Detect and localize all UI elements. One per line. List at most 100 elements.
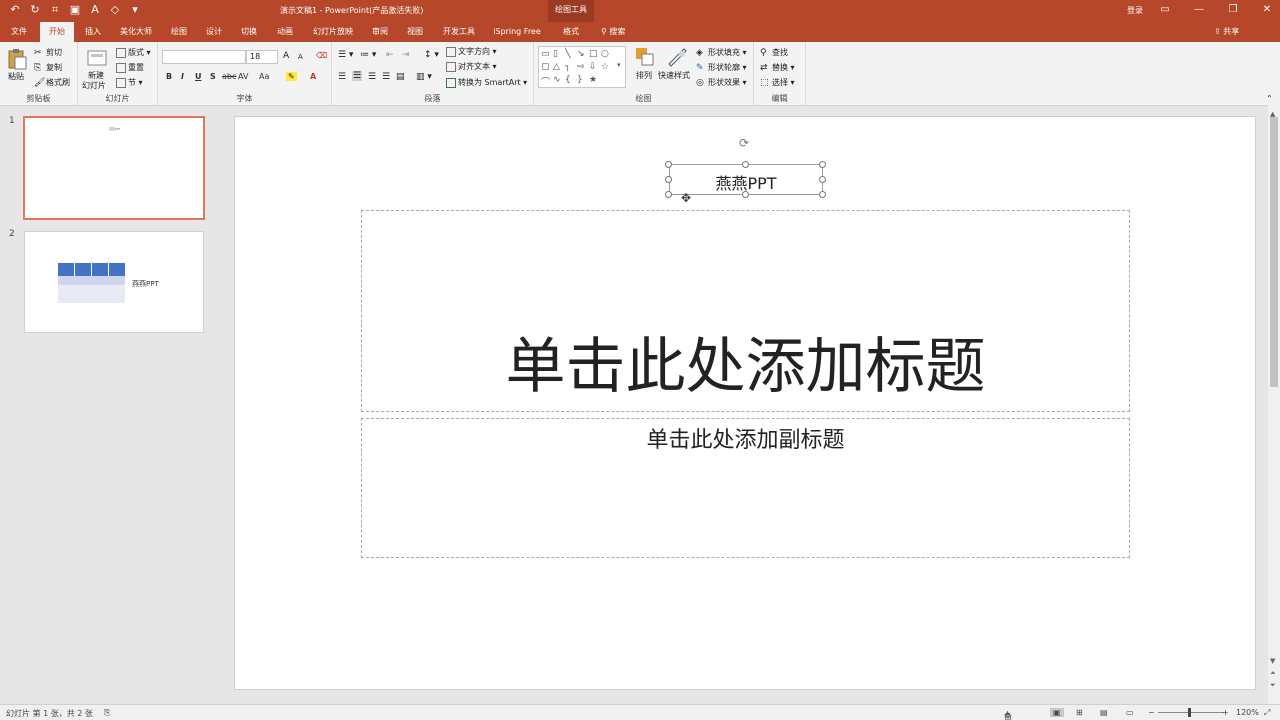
shape-outline-button[interactable]: ✎ 形状轮廓 ▾ <box>696 62 747 73</box>
repeat-icon[interactable]: ⌗ <box>48 3 62 17</box>
smartart-button[interactable]: 转换为 SmartArt ▾ <box>446 77 527 88</box>
tab-animations[interactable]: 动画 <box>270 22 300 42</box>
align-right-icon[interactable]: ☰ <box>368 72 376 82</box>
tab-slideshow[interactable]: 幻灯片放映 <box>307 22 359 42</box>
strikethrough-button[interactable]: abc <box>222 72 236 81</box>
paste-icon[interactable] <box>6 48 28 70</box>
close-icon[interactable]: ✕ <box>1260 2 1274 18</box>
tab-beautify[interactable]: 美化大师 <box>114 22 158 42</box>
customize-qat-icon[interactable]: ▾ <box>128 3 142 17</box>
spellcheck-icon[interactable]: ⎘ <box>104 708 110 718</box>
shape-effects-button[interactable]: ◎ 形状效果 ▾ <box>696 77 747 88</box>
tab-draw[interactable]: 绘图 <box>164 22 194 42</box>
find-button[interactable]: ⚲ 查找 <box>760 47 788 58</box>
resize-handle[interactable] <box>819 191 826 198</box>
new-slide-icon[interactable] <box>86 47 108 69</box>
prev-slide-icon[interactable]: ⏶ <box>1270 669 1276 678</box>
tab-developer[interactable]: 开发工具 <box>437 22 481 42</box>
star-shape-icon[interactable]: ☆ <box>601 62 609 72</box>
highlight-icon[interactable]: ✎ <box>286 72 297 81</box>
cut-button[interactable]: ✂ 剪切 <box>34 47 62 58</box>
right-arrow-shape-icon[interactable]: ⇨ <box>577 62 585 72</box>
select-button[interactable]: ⬚ 选择 ▾ <box>760 77 795 88</box>
brace-left-shape-icon[interactable]: { <box>565 75 571 85</box>
bullets-icon[interactable]: ☰ ▾ <box>338 50 353 60</box>
replace-button[interactable]: ⇄ 替换 ▾ <box>760 62 795 73</box>
shape-icon[interactable]: ◇ <box>108 3 122 17</box>
arrange-icon[interactable] <box>634 46 656 68</box>
line-spacing-icon[interactable]: ↕ ▾ <box>424 50 439 60</box>
resize-handle[interactable] <box>819 176 826 183</box>
oval-shape-icon[interactable]: ○ <box>601 49 609 59</box>
slideshow-view-icon[interactable]: ▭ <box>1126 708 1134 717</box>
paste-button[interactable]: 粘贴 <box>8 71 24 82</box>
quick-styles-button[interactable]: 快速样式 <box>658 70 690 81</box>
tab-view[interactable]: 视图 <box>400 22 430 42</box>
resize-handle[interactable] <box>742 191 749 198</box>
tab-transitions[interactable]: 切换 <box>234 22 264 42</box>
fit-slide-icon[interactable]: ⤢ <box>1264 708 1270 718</box>
save-icon[interactable]: ▣ <box>68 3 82 17</box>
slide-canvas[interactable]: ⟳ 燕燕PPT ✥ 单击此处添加标题 单击此处添加副标题 <box>234 116 1256 690</box>
font-size-combo[interactable]: 18 <box>246 50 278 64</box>
arrange-button[interactable]: 排列 <box>636 70 652 81</box>
minimize-icon[interactable]: — <box>1192 2 1206 18</box>
align-text-button[interactable]: 对齐文本 ▾ <box>446 61 497 72</box>
increase-indent-icon[interactable]: ⇥ <box>402 50 410 60</box>
tab-review[interactable]: 审阅 <box>365 22 395 42</box>
slide-sorter-icon[interactable]: ⊞ <box>1076 708 1083 717</box>
change-case-button[interactable]: Aa <box>259 72 269 81</box>
ribbon-display-icon[interactable]: ▭ <box>1158 2 1172 18</box>
zoom-out-icon[interactable]: − <box>1148 708 1155 717</box>
justify-icon[interactable]: ☰ <box>382 72 390 82</box>
restore-icon[interactable]: ❐ <box>1226 2 1240 18</box>
slide-thumbnail-2[interactable]: 燕燕PPT <box>24 231 204 333</box>
tab-home[interactable]: 开始 <box>40 22 74 42</box>
triangle-shape-icon[interactable]: △ <box>553 62 560 72</box>
redo-icon[interactable]: ↻ <box>28 3 42 17</box>
vtextbox-shape-icon[interactable]: ▯ <box>553 49 558 59</box>
rect-shape-icon[interactable]: □ <box>589 49 598 59</box>
tell-me-search[interactable]: ⚲ 搜索 <box>601 26 625 37</box>
login-link[interactable]: 登录 <box>1127 5 1143 16</box>
gallery-more-icon[interactable]: ▾ <box>617 61 621 69</box>
scroll-down-icon[interactable]: ▼ <box>1270 657 1275 665</box>
resize-handle[interactable] <box>665 161 672 168</box>
curve-shape-icon[interactable]: ⌒ <box>541 75 550 88</box>
star5-shape-icon[interactable]: ★ <box>589 75 597 85</box>
font-color-button[interactable]: A <box>310 72 316 81</box>
tab-insert[interactable]: 插入 <box>78 22 108 42</box>
zoom-in-icon[interactable]: + <box>1222 708 1229 717</box>
quick-styles-icon[interactable] <box>666 46 688 68</box>
title-placeholder-text[interactable]: 单击此处添加标题 <box>362 331 1129 403</box>
resize-handle[interactable] <box>665 176 672 183</box>
vertical-scrollbar[interactable]: ▲ ▼ ⏶ ⏷ <box>1268 97 1280 704</box>
textbox-shape-icon[interactable]: ▭ <box>541 49 550 59</box>
share-button[interactable]: ⇪ 共享 <box>1214 26 1239 37</box>
freeform-shape-icon[interactable]: ∿ <box>553 75 561 85</box>
shape-fill-button[interactable]: ◈ 形状填充 ▾ <box>696 47 747 58</box>
copy-button[interactable]: ⎘ 复制 <box>34 62 62 73</box>
title-placeholder[interactable]: 单击此处添加标题 <box>361 210 1130 412</box>
reset-button[interactable]: 重置 <box>116 62 144 73</box>
tab-file[interactable]: 文件 <box>4 22 34 42</box>
numbering-icon[interactable]: ≔ ▾ <box>360 50 376 60</box>
tab-ispring[interactable]: iSpring Free <box>487 22 547 42</box>
shrink-font-button[interactable]: A <box>298 53 303 61</box>
arrow-shape-icon[interactable]: ↘ <box>577 49 585 59</box>
subtitle-placeholder[interactable]: 单击此处添加副标题 <box>361 418 1130 558</box>
zoom-level[interactable]: 120% <box>1236 708 1259 717</box>
align-left-icon[interactable]: ☰ <box>338 72 346 82</box>
zoom-slider[interactable] <box>1158 712 1224 713</box>
normal-view-icon[interactable]: ▣ <box>1050 708 1064 717</box>
shadow-button[interactable]: S <box>210 72 216 81</box>
char-spacing-button[interactable]: AV <box>238 72 248 81</box>
grow-font-button[interactable]: A <box>283 51 289 61</box>
resize-handle[interactable] <box>665 191 672 198</box>
new-slide-label-2[interactable]: 幻灯片 <box>82 80 106 91</box>
elbow-connector-icon[interactable]: ┐ <box>565 62 570 72</box>
shapes-gallery[interactable]: ▭ ▯ ╲ ↘ □ ○ ▢ △ ┐ ⇨ ⇩ ☆ ⌒ ∿ { } ★ ▾ <box>538 46 626 88</box>
undo-icon[interactable]: ↶ <box>8 3 22 17</box>
clear-format-icon[interactable]: ⌫ <box>316 51 327 60</box>
font-color-icon[interactable]: A <box>88 3 102 17</box>
